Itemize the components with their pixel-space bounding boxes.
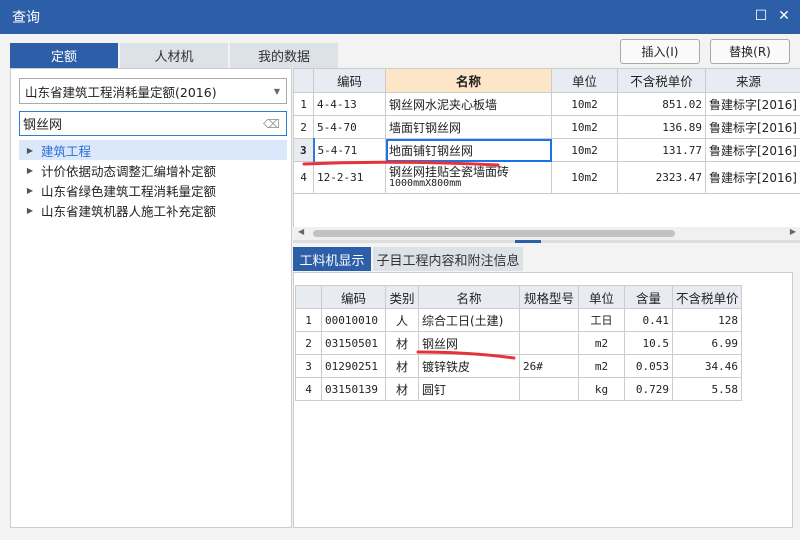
annotation-underline: [302, 160, 500, 167]
annotation-underline: [416, 350, 516, 360]
annotation-layer: [302, 160, 516, 360]
